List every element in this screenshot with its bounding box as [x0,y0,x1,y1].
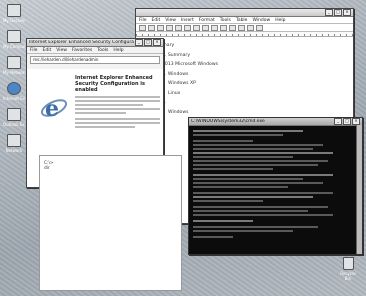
maximize-button[interactable]: □ [144,39,152,46]
menu-file[interactable]: File [30,48,38,53]
desktop-icon-label: Outlook Express [3,122,25,127]
ie-title: Internet Explorer Enhanced Security Conf… [29,40,134,45]
bold-icon[interactable] [211,24,218,31]
bullets-icon[interactable] [256,24,263,31]
folder-icon [7,4,21,17]
desktop-icon-label: My Network Places [3,70,25,75]
menu-favorites[interactable]: Favorites [72,48,92,53]
word-titlebar[interactable]: _ □ × [136,9,353,17]
address-bar[interactable]: res://ieharden.dll/iehardenadmin [30,56,160,64]
close-button[interactable]: × [343,9,351,16]
desktop-icon-label: Internet Explorer [3,96,25,101]
console-titlebar[interactable]: C:\WINDOWS\system32\cmd.exe _ □ × [189,118,362,126]
menu-tools[interactable]: Tools [220,18,231,23]
maximize-button[interactable]: □ [334,9,342,16]
menu-insert[interactable]: Insert [181,18,194,23]
recycle-bin-label: Recycle Bin [340,271,356,281]
doc-list-item: Windows [168,109,189,115]
word-toolbar [136,24,353,32]
console-scrollbar[interactable] [356,125,362,254]
align-left-icon[interactable] [238,24,245,31]
align-center-icon[interactable] [247,24,254,31]
italic-icon[interactable] [220,24,227,31]
print-icon[interactable] [166,24,173,31]
notepad-window[interactable]: C:\> dir [39,155,182,291]
menu-view[interactable]: View [165,18,176,23]
ie-body-text [75,96,160,128]
doc-list-item: Windows XP [168,81,196,86]
doc-section-3-title: 3. [162,100,167,105]
cut-icon[interactable] [175,24,182,31]
menu-view[interactable]: View [56,48,67,53]
word-menubar: File Edit View Insert Format Tools Table… [136,17,353,24]
recycle-bin[interactable]: Recycle Bin [337,257,359,281]
doc-heading: Summary [152,43,345,50]
minimize-button[interactable]: _ [325,9,333,16]
menu-format[interactable]: Format [199,18,215,23]
underline-icon[interactable] [229,24,236,31]
desktop-icon-label: Network [5,148,23,153]
ie-titlebar[interactable]: Internet Explorer Enhanced Security Conf… [27,39,163,47]
word-document[interactable]: Summary 1. Summary 2013 Microsoft Window… [136,37,353,116]
open-icon[interactable] [148,24,155,31]
menu-help[interactable]: Help [113,48,123,53]
save-icon[interactable] [157,24,164,31]
menu-edit[interactable]: Edit [43,48,52,53]
desktop-icon-my-computer[interactable]: My Computer [3,30,25,49]
new-doc-icon[interactable] [139,24,146,31]
close-button[interactable]: × [153,39,161,46]
doc-section-1-title: 1. Summary [162,52,191,58]
minimize-button[interactable]: _ [334,118,342,125]
desktop-icon-internet-explorer[interactable]: Internet Explorer [3,82,25,101]
ie-logo-icon: e [40,96,68,122]
computer-icon [7,30,21,43]
ie-headline: Internet Explorer Enhanced Security Conf… [75,75,153,93]
menu-window[interactable]: Window [252,18,270,23]
menu-table[interactable]: Table [236,18,248,23]
doc-list-item: Linux [168,90,181,96]
notepad-line: dir [44,166,50,171]
desktop: My Documents My Computer My Network Plac… [0,0,366,296]
desktop-icon-my-documents[interactable]: My Documents [3,4,25,23]
svg-text:e: e [45,96,59,122]
copy-icon[interactable] [184,24,191,31]
desktop-icon-network-places[interactable]: My Network Places [3,56,25,75]
doc-section-1-text: 2013 Microsoft Windows [162,62,219,67]
desktop-icon-outlook[interactable]: Outlook Express [3,108,25,127]
network-icon [7,56,21,69]
maximize-button[interactable]: □ [343,118,351,125]
console-window[interactable]: C:\WINDOWS\system32\cmd.exe _ □ × [188,117,363,255]
minimize-button[interactable]: _ [135,39,143,46]
notepad-text[interactable]: C:\> dir [44,161,54,171]
doc-section-2-title: 2. Windows [162,71,189,77]
menu-tools[interactable]: Tools [97,48,108,53]
ie-menubar: File Edit View Favorites Tools Help [27,47,163,54]
menu-help[interactable]: Help [275,18,285,23]
mail-icon [7,108,21,121]
menu-file[interactable]: File [139,18,147,23]
close-button[interactable]: × [352,118,360,125]
undo-icon[interactable] [202,24,209,31]
ie-icon [7,82,21,95]
paste-icon[interactable] [193,24,200,31]
desktop-icon-label: My Documents [3,18,25,23]
console-title: C:\WINDOWS\system32\cmd.exe [191,119,265,124]
menu-edit[interactable]: Edit [152,18,161,23]
network-icon [7,134,21,147]
desktop-icon-network[interactable]: Network [3,134,25,153]
recycle-bin-icon [342,257,354,270]
desktop-icon-label: My Computer [3,44,25,49]
